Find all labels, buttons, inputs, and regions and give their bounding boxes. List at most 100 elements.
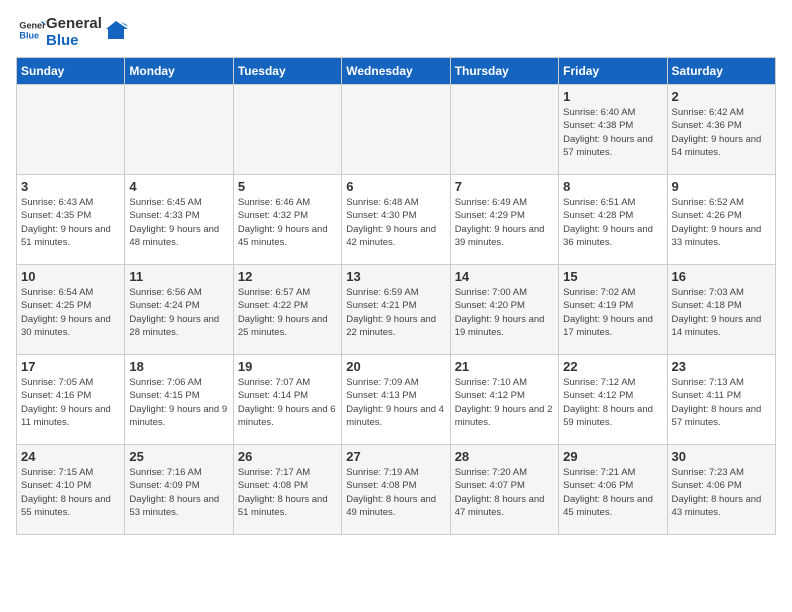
day-info: Sunrise: 7:10 AM Sunset: 4:12 PM Dayligh… xyxy=(455,376,554,429)
day-info: Sunrise: 7:21 AM Sunset: 4:06 PM Dayligh… xyxy=(563,466,662,519)
day-number: 22 xyxy=(563,359,662,374)
calendar-cell xyxy=(342,85,450,175)
day-info: Sunrise: 7:00 AM Sunset: 4:20 PM Dayligh… xyxy=(455,286,554,339)
calendar-cell: 8 Sunrise: 6:51 AM Sunset: 4:28 PM Daylig… xyxy=(559,175,667,265)
calendar-cell: 9 Sunrise: 6:52 AM Sunset: 4:26 PM Daylig… xyxy=(667,175,775,265)
day-number: 25 xyxy=(129,449,228,464)
day-info: Sunrise: 6:51 AM Sunset: 4:28 PM Dayligh… xyxy=(563,196,662,249)
day-info: Sunrise: 7:07 AM Sunset: 4:14 PM Dayligh… xyxy=(238,376,337,429)
day-number: 3 xyxy=(21,179,120,194)
day-info: Sunrise: 6:42 AM Sunset: 4:36 PM Dayligh… xyxy=(672,106,771,159)
column-header-tuesday: Tuesday xyxy=(233,58,341,85)
day-info: Sunrise: 6:45 AM Sunset: 4:33 PM Dayligh… xyxy=(129,196,228,249)
calendar-cell: 12 Sunrise: 6:57 AM Sunset: 4:22 PM Dayli… xyxy=(233,265,341,355)
day-info: Sunrise: 7:03 AM Sunset: 4:18 PM Dayligh… xyxy=(672,286,771,339)
page-header: General Blue General Blue xyxy=(16,16,776,49)
day-info: Sunrise: 7:02 AM Sunset: 4:19 PM Dayligh… xyxy=(563,286,662,339)
day-number: 24 xyxy=(21,449,120,464)
day-number: 5 xyxy=(238,179,337,194)
day-info: Sunrise: 7:09 AM Sunset: 4:13 PM Dayligh… xyxy=(346,376,445,429)
day-info: Sunrise: 6:52 AM Sunset: 4:26 PM Dayligh… xyxy=(672,196,771,249)
calendar-cell: 24 Sunrise: 7:15 AM Sunset: 4:10 PM Dayli… xyxy=(17,445,125,535)
day-info: Sunrise: 6:56 AM Sunset: 4:24 PM Dayligh… xyxy=(129,286,228,339)
day-info: Sunrise: 6:46 AM Sunset: 4:32 PM Dayligh… xyxy=(238,196,337,249)
day-number: 8 xyxy=(563,179,662,194)
day-info: Sunrise: 7:12 AM Sunset: 4:12 PM Dayligh… xyxy=(563,376,662,429)
calendar-cell: 6Sunrise: 6:48 AM Sunset: 4:30 PM Daylig… xyxy=(342,175,450,265)
logo: General Blue General Blue xyxy=(16,16,128,49)
calendar-cell: 1 Sunrise: 6:40 AM Sunset: 4:38 PM Daylig… xyxy=(559,85,667,175)
day-number: 18 xyxy=(129,359,228,374)
calendar-cell: 15 Sunrise: 7:02 AM Sunset: 4:19 PM Dayli… xyxy=(559,265,667,355)
day-number: 1 xyxy=(563,89,662,104)
day-number: 10 xyxy=(21,269,120,284)
day-number: 21 xyxy=(455,359,554,374)
day-info: Sunrise: 6:57 AM Sunset: 4:22 PM Dayligh… xyxy=(238,286,337,339)
calendar-cell: 16 Sunrise: 7:03 AM Sunset: 4:18 PM Dayli… xyxy=(667,265,775,355)
day-number: 27 xyxy=(346,449,445,464)
day-number: 9 xyxy=(672,179,771,194)
day-number: 23 xyxy=(672,359,771,374)
day-number: 20 xyxy=(346,359,445,374)
calendar-cell: 21 Sunrise: 7:10 AM Sunset: 4:12 PM Dayli… xyxy=(450,355,558,445)
calendar-cell: 29 Sunrise: 7:21 AM Sunset: 4:06 PM Dayli… xyxy=(559,445,667,535)
day-number: 28 xyxy=(455,449,554,464)
column-header-friday: Friday xyxy=(559,58,667,85)
day-info: Sunrise: 6:40 AM Sunset: 4:38 PM Dayligh… xyxy=(563,106,662,159)
day-info: Sunrise: 6:49 AM Sunset: 4:29 PM Dayligh… xyxy=(455,196,554,249)
column-header-wednesday: Wednesday xyxy=(342,58,450,85)
calendar-cell: 20 Sunrise: 7:09 AM Sunset: 4:13 PM Dayli… xyxy=(342,355,450,445)
day-number: 4 xyxy=(129,179,228,194)
day-info: Sunrise: 6:54 AM Sunset: 4:25 PM Dayligh… xyxy=(21,286,120,339)
calendar-cell: 23 Sunrise: 7:13 AM Sunset: 4:11 PM Dayli… xyxy=(667,355,775,445)
day-number: 29 xyxy=(563,449,662,464)
calendar-cell: 30 Sunrise: 7:23 AM Sunset: 4:06 PM Dayli… xyxy=(667,445,775,535)
calendar-table: SundayMondayTuesdayWednesdayThursdayFrid… xyxy=(16,57,776,535)
calendar-cell: 11Sunrise: 6:56 AM Sunset: 4:24 PM Dayli… xyxy=(125,265,233,355)
calendar-cell: 25 Sunrise: 7:16 AM Sunset: 4:09 PM Dayli… xyxy=(125,445,233,535)
calendar-cell: 17 Sunrise: 7:05 AM Sunset: 4:16 PM Dayli… xyxy=(17,355,125,445)
day-info: Sunrise: 6:59 AM Sunset: 4:21 PM Dayligh… xyxy=(346,286,445,339)
day-number: 16 xyxy=(672,269,771,284)
day-number: 13 xyxy=(346,269,445,284)
day-number: 26 xyxy=(238,449,337,464)
day-info: Sunrise: 7:13 AM Sunset: 4:11 PM Dayligh… xyxy=(672,376,771,429)
day-number: 12 xyxy=(238,269,337,284)
day-info: Sunrise: 7:17 AM Sunset: 4:08 PM Dayligh… xyxy=(238,466,337,519)
calendar-cell: 10 Sunrise: 6:54 AM Sunset: 4:25 PM Dayli… xyxy=(17,265,125,355)
day-number: 17 xyxy=(21,359,120,374)
day-info: Sunrise: 7:23 AM Sunset: 4:06 PM Dayligh… xyxy=(672,466,771,519)
column-header-saturday: Saturday xyxy=(667,58,775,85)
calendar-cell: 13 Sunrise: 6:59 AM Sunset: 4:21 PM Dayli… xyxy=(342,265,450,355)
day-info: Sunrise: 7:06 AM Sunset: 4:15 PM Dayligh… xyxy=(129,376,228,429)
day-info: Sunrise: 7:15 AM Sunset: 4:10 PM Dayligh… xyxy=(21,466,120,519)
day-info: Sunrise: 6:43 AM Sunset: 4:35 PM Dayligh… xyxy=(21,196,120,249)
day-number: 30 xyxy=(672,449,771,464)
calendar-cell: 19 Sunrise: 7:07 AM Sunset: 4:14 PM Dayli… xyxy=(233,355,341,445)
svg-text:Blue: Blue xyxy=(19,30,39,40)
calendar-cell xyxy=(233,85,341,175)
calendar-cell: 22 Sunrise: 7:12 AM Sunset: 4:12 PM Dayli… xyxy=(559,355,667,445)
calendar-cell: 3 Sunrise: 6:43 AM Sunset: 4:35 PM Daylig… xyxy=(17,175,125,265)
day-info: Sunrise: 7:16 AM Sunset: 4:09 PM Dayligh… xyxy=(129,466,228,519)
calendar-cell: 28 Sunrise: 7:20 AM Sunset: 4:07 PM Dayli… xyxy=(450,445,558,535)
day-number: 19 xyxy=(238,359,337,374)
column-header-monday: Monday xyxy=(125,58,233,85)
calendar-cell: 5 Sunrise: 6:46 AM Sunset: 4:32 PM Daylig… xyxy=(233,175,341,265)
calendar-cell: 27 Sunrise: 7:19 AM Sunset: 4:08 PM Dayli… xyxy=(342,445,450,535)
day-number: 2 xyxy=(672,89,771,104)
column-header-sunday: Sunday xyxy=(17,58,125,85)
calendar-cell xyxy=(450,85,558,175)
day-info: Sunrise: 7:20 AM Sunset: 4:07 PM Dayligh… xyxy=(455,466,554,519)
day-number: 14 xyxy=(455,269,554,284)
calendar-cell: 18 Sunrise: 7:06 AM Sunset: 4:15 PM Dayli… xyxy=(125,355,233,445)
day-info: Sunrise: 7:05 AM Sunset: 4:16 PM Dayligh… xyxy=(21,376,120,429)
day-info: Sunrise: 7:19 AM Sunset: 4:08 PM Dayligh… xyxy=(346,466,445,519)
calendar-cell xyxy=(125,85,233,175)
day-number: 7 xyxy=(455,179,554,194)
calendar-cell: 7 Sunrise: 6:49 AM Sunset: 4:29 PM Daylig… xyxy=(450,175,558,265)
calendar-cell: 14 Sunrise: 7:00 AM Sunset: 4:20 PM Dayli… xyxy=(450,265,558,355)
day-info: Sunrise: 6:48 AM Sunset: 4:30 PM Dayligh… xyxy=(346,196,445,249)
day-number: 15 xyxy=(563,269,662,284)
calendar-cell: 4 Sunrise: 6:45 AM Sunset: 4:33 PM Daylig… xyxy=(125,175,233,265)
